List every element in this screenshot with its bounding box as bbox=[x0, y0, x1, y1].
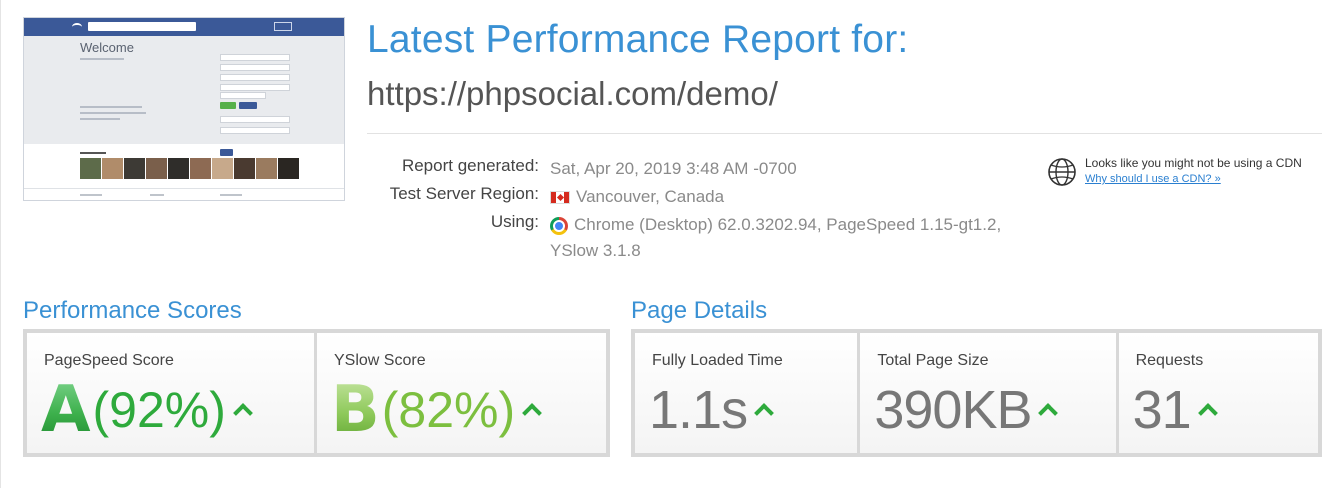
chrome-icon bbox=[550, 216, 568, 235]
pagespeed-grade: A bbox=[41, 373, 91, 447]
requests-value-wrap: 31 bbox=[1132, 375, 1218, 445]
thumbnail-logo-icon bbox=[72, 23, 82, 31]
thumbnail-navbar bbox=[24, 18, 344, 36]
pagespeed-score-card: PageSpeed Score A (92%) bbox=[27, 333, 314, 453]
total-page-size-value: 390KB bbox=[874, 380, 1032, 440]
up-arrow-icon bbox=[233, 403, 253, 423]
requests-value: 31 bbox=[1132, 380, 1192, 440]
performance-scores-title: Performance Scores bbox=[23, 297, 242, 324]
page-details-title: Page Details bbox=[631, 297, 768, 324]
thumbnail-avatar bbox=[102, 158, 123, 179]
site-screenshot-thumbnail: Welcome bbox=[23, 17, 345, 201]
thumbnail-footer-link bbox=[220, 194, 242, 196]
pagespeed-score-value: A (92%) bbox=[41, 373, 253, 447]
thumbnail-input bbox=[220, 116, 290, 123]
thumbnail-avatar bbox=[168, 158, 189, 179]
cdn-help-link[interactable]: Why should I use a CDN? » bbox=[1085, 173, 1221, 185]
yslow-grade: B bbox=[331, 373, 380, 447]
total-page-size-label: Total Page Size bbox=[877, 352, 989, 369]
yslow-percent: (82%) bbox=[381, 382, 516, 438]
pagespeed-score-label: PageSpeed Score bbox=[44, 352, 174, 369]
thumbnail-subtitle-line bbox=[80, 58, 124, 60]
using-label: Using: bbox=[490, 212, 539, 231]
up-arrow-icon bbox=[522, 403, 543, 423]
generated-label: Report generated: bbox=[401, 156, 539, 175]
thumbnail-input bbox=[220, 54, 290, 61]
thumbnail-signin-button bbox=[220, 149, 233, 156]
thumbnail-avatar bbox=[190, 158, 211, 179]
total-page-size-card: Total Page Size 390KB bbox=[860, 333, 1116, 453]
fully-loaded-time-value: 1.1s bbox=[649, 380, 748, 440]
fully-loaded-time-card: Fully Loaded Time 1.1s bbox=[635, 333, 858, 453]
thumbnail-login-button bbox=[274, 22, 292, 31]
info-row-using: Using: Chrome (Desktop) 62.0.3202.94, Pa… bbox=[367, 212, 1067, 260]
thumbnail-input bbox=[220, 74, 290, 81]
using-value-wrap: Chrome (Desktop) 62.0.3202.94, PageSpeed… bbox=[550, 212, 1010, 264]
thumbnail-text-line bbox=[80, 112, 146, 114]
thumbnail-avatar bbox=[80, 158, 101, 179]
info-row-generated: Report generated: Sat, Apr 20, 2019 3:48… bbox=[367, 156, 1067, 182]
thumbnail-input bbox=[220, 92, 266, 99]
report-url: https://phpsocial.com/demo/ bbox=[367, 75, 778, 112]
thumbnail-register-button bbox=[220, 102, 236, 109]
thumbnail-input bbox=[220, 64, 290, 71]
using-value: Chrome (Desktop) 62.0.3202.94, PageSpeed… bbox=[550, 215, 1002, 260]
thumbnail-text-line bbox=[80, 106, 142, 108]
cdn-message: Looks like you might not be using a CDN bbox=[1085, 156, 1302, 170]
thumbnail-welcome-text: Welcome bbox=[80, 40, 134, 55]
thumbnail-latest-users-label bbox=[80, 152, 106, 154]
up-arrow-icon bbox=[1038, 403, 1059, 423]
thumbnail-facebook-button bbox=[239, 102, 257, 109]
canada-flag-icon bbox=[550, 191, 570, 205]
thumbnail-footer-link bbox=[80, 194, 102, 196]
up-arrow-icon bbox=[1197, 403, 1218, 423]
region-value: Vancouver, Canada bbox=[576, 187, 725, 206]
up-arrow-icon bbox=[754, 403, 774, 423]
thumbnail-avatars bbox=[80, 158, 299, 179]
info-row-region: Test Server Region: Vancouver, Canada bbox=[367, 184, 1067, 210]
requests-label: Requests bbox=[1135, 352, 1204, 369]
yslow-score-value: B (82%) bbox=[331, 373, 543, 447]
total-page-size-value-wrap: 390KB bbox=[874, 375, 1059, 445]
globe-icon bbox=[1048, 158, 1076, 186]
thumbnail-avatar bbox=[124, 158, 145, 179]
thumbnail-hero: Welcome bbox=[24, 36, 344, 156]
generated-value: Sat, Apr 20, 2019 3:48 AM -0700 bbox=[550, 159, 797, 178]
fully-loaded-time-value-wrap: 1.1s bbox=[649, 375, 774, 445]
thumbnail-footer-link bbox=[150, 194, 164, 196]
fully-loaded-time-label: Fully Loaded Time bbox=[652, 352, 783, 369]
region-label: Test Server Region: bbox=[389, 184, 539, 203]
region-value-wrap: Vancouver, Canada bbox=[550, 184, 1030, 210]
thumbnail-search-box bbox=[88, 22, 196, 31]
yslow-score-label: YSlow Score bbox=[334, 352, 426, 369]
left-border bbox=[0, 0, 1, 488]
thumbnail-avatar bbox=[278, 158, 299, 179]
pagespeed-percent: (92%) bbox=[92, 382, 226, 438]
requests-card: Requests 31 bbox=[1118, 333, 1318, 453]
thumbnail-footer-divider bbox=[24, 188, 344, 189]
report-title: Latest Performance Report for: bbox=[367, 18, 909, 61]
thumbnail-avatar bbox=[234, 158, 255, 179]
thumbnail-text-line bbox=[80, 118, 120, 120]
thumbnail-input bbox=[220, 127, 290, 134]
thumbnail-captcha-image bbox=[270, 90, 290, 100]
yslow-score-card: YSlow Score B (82%) bbox=[317, 333, 606, 453]
page-details-panel: Fully Loaded Time 1.1s Total Page Size 3… bbox=[631, 329, 1322, 457]
cdn-notice: Looks like you might not be using a CDN … bbox=[1047, 155, 1327, 195]
thumbnail-avatar bbox=[256, 158, 277, 179]
performance-scores-panel: PageSpeed Score A (92%) YSlow Score B (8… bbox=[23, 329, 610, 457]
header-divider bbox=[367, 133, 1322, 134]
thumbnail-avatar bbox=[146, 158, 167, 179]
thumbnail-avatar bbox=[212, 158, 233, 179]
